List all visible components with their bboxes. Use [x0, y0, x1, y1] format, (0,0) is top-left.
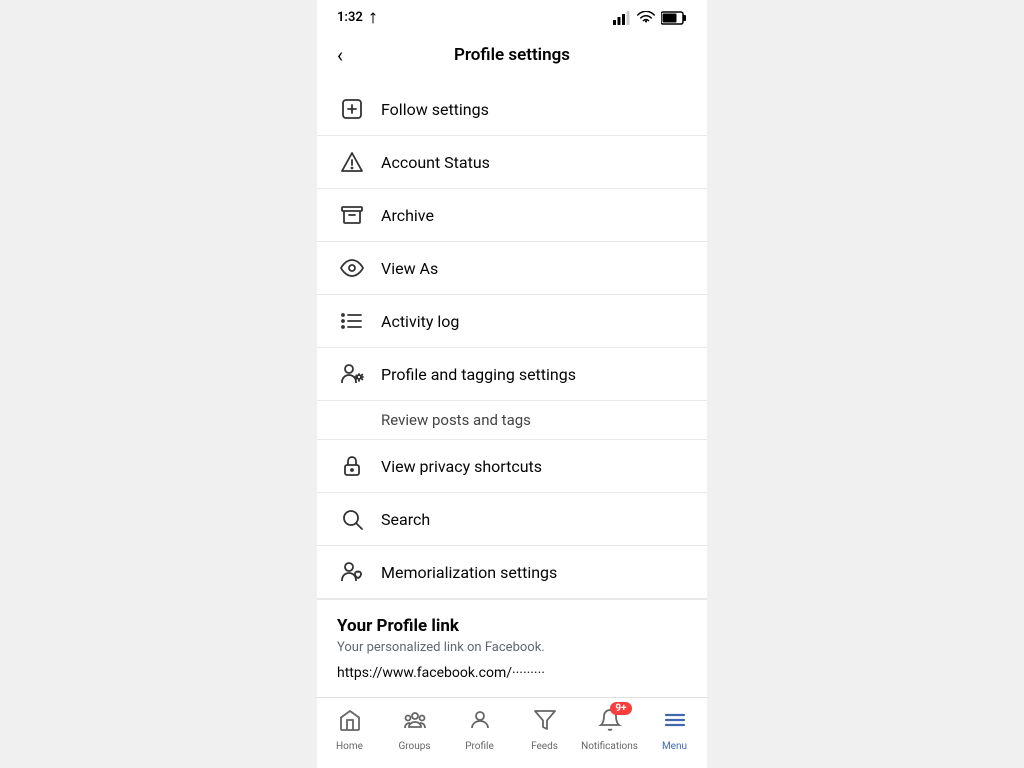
search-item[interactable]: Search — [317, 493, 707, 546]
time-display: 1:32 — [337, 10, 379, 25]
profile-url: https://www.facebook.com/········· — [337, 665, 687, 681]
nav-profile[interactable]: Profile — [447, 704, 512, 756]
wifi-icon — [637, 11, 655, 25]
nav-notifications[interactable]: 9+ Notifications — [577, 704, 642, 756]
activity-log-label: Activity log — [381, 312, 459, 331]
nav-feeds[interactable]: Feeds — [512, 704, 577, 756]
privacy-shortcuts-label: View privacy shortcuts — [381, 457, 542, 476]
eye-icon — [337, 256, 367, 280]
profile-link-section: Your Profile link Your personalized link… — [317, 599, 707, 699]
list-icon — [337, 309, 367, 333]
phone-frame: 1:32 — [317, 0, 707, 768]
back-button[interactable]: ‹ — [333, 39, 347, 71]
search-label: Search — [381, 510, 430, 529]
time-text: 1:32 — [337, 10, 363, 25]
warning-icon — [337, 150, 367, 174]
person-gear-icon — [337, 362, 367, 386]
notification-badge: 9+ — [610, 702, 631, 715]
memorialization-item[interactable]: Memorialization settings — [317, 546, 707, 599]
memorialization-label: Memorialization settings — [381, 563, 557, 582]
archive-icon — [337, 203, 367, 227]
nav-notifications-label: Notifications — [581, 741, 638, 752]
view-as-label: View As — [381, 259, 438, 278]
location-icon — [367, 12, 379, 24]
review-posts-item[interactable]: Review posts and tags — [317, 401, 707, 440]
follow-settings-label: Follow settings — [381, 100, 489, 119]
view-as-item[interactable]: View As — [317, 242, 707, 295]
nav-menu[interactable]: Menu — [642, 704, 707, 756]
profile-tagging-label: Profile and tagging settings — [381, 365, 576, 384]
privacy-shortcuts-item[interactable]: View privacy shortcuts — [317, 440, 707, 493]
battery-icon — [661, 11, 687, 25]
home-icon — [338, 708, 362, 738]
signal-icon — [613, 11, 631, 25]
profile-link-subtitle: Your personalized link on Facebook. — [337, 640, 687, 655]
nav-menu-label: Menu — [662, 741, 687, 752]
search-icon — [337, 507, 367, 531]
archive-item[interactable]: Archive — [317, 189, 707, 242]
page-title: Profile settings — [454, 45, 570, 65]
status-icons — [613, 11, 687, 25]
nav-profile-label: Profile — [465, 741, 494, 752]
menu-icon — [663, 708, 687, 738]
follow-settings-item[interactable]: Follow settings — [317, 83, 707, 136]
archive-label: Archive — [381, 206, 434, 225]
bottom-nav: Home Groups Profile — [317, 697, 707, 768]
profile-tagging-item[interactable]: Profile and tagging settings — [317, 348, 707, 401]
profile-link-title: Your Profile link — [337, 616, 687, 636]
bell-icon: 9+ — [598, 708, 622, 738]
status-bar: 1:32 — [317, 0, 707, 31]
profile-icon — [468, 708, 492, 738]
nav-groups[interactable]: Groups — [382, 704, 447, 756]
nav-feeds-label: Feeds — [531, 741, 558, 752]
activity-log-item[interactable]: Activity log — [317, 295, 707, 348]
person-heart-icon — [337, 560, 367, 584]
account-status-item[interactable]: Account Status — [317, 136, 707, 189]
nav-home-label: Home — [336, 741, 363, 752]
account-status-label: Account Status — [381, 153, 490, 172]
lock-icon — [337, 454, 367, 478]
review-posts-label: Review posts and tags — [381, 411, 687, 429]
settings-content: Follow settings Account Status — [317, 83, 707, 768]
page-header: ‹ Profile settings — [317, 31, 707, 83]
nav-home[interactable]: Home — [317, 704, 382, 756]
nav-groups-label: Groups — [398, 741, 430, 752]
feeds-icon — [533, 708, 557, 738]
groups-icon — [403, 708, 427, 738]
follow-icon — [337, 97, 367, 121]
